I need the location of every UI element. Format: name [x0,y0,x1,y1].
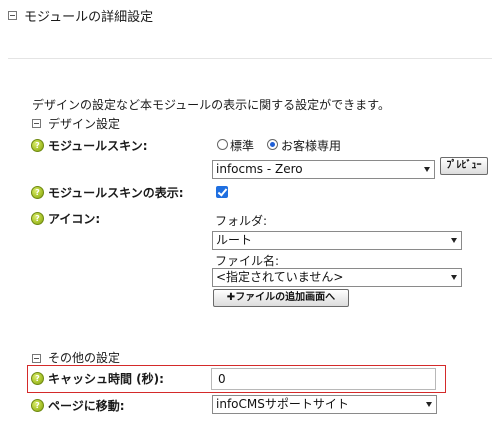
cache-input[interactable] [211,368,436,390]
chevron-down-icon [451,238,457,243]
page-move-select[interactable]: infoCMSサポートサイト [212,395,437,414]
chevron-down-icon [424,167,430,172]
design-section-title: デザイン設定 [48,117,121,131]
plus-icon: ✚ [226,292,236,303]
radio-custom-label: お客様専用 [281,139,342,153]
help-icon[interactable]: ? [31,212,44,225]
page-title: モジュールの詳細設定 [24,10,154,25]
add-file-button[interactable]: ✚ファイルの追加画面へ [213,289,349,307]
help-icon[interactable]: ? [31,139,44,152]
help-icon[interactable]: ? [31,372,44,385]
description-text: デザインの設定など本モジュールの表示に関する設定ができます。 [32,98,390,112]
skin-select-value: infocms - Zero [216,162,303,176]
add-file-button-label: ファイルの追加画面へ [235,292,336,303]
cache-label: キャッシュ時間 (秒): [48,372,164,386]
skin-select[interactable]: infocms - Zero [212,160,435,179]
chevron-down-icon [426,402,432,407]
skin-label: モジュールスキン: [48,139,148,153]
radio-standard[interactable] [217,139,228,150]
icon-label: アイコン: [48,212,101,226]
page-move-select-value: infoCMSサポートサイト [216,397,349,411]
chevron-down-icon [451,275,457,280]
design-section-toggle-icon[interactable] [32,119,41,128]
header-divider [8,58,492,59]
skin-display-checkbox[interactable] [216,186,228,198]
page-move-label: ページに移動: [48,399,125,413]
radio-standard-label: 標準 [230,139,255,153]
preview-button[interactable]: ﾌﾟﾚﾋﾞｭｰ [440,157,488,175]
folder-label: フォルダ: [215,214,268,228]
help-icon[interactable]: ? [31,186,44,199]
other-section-title: その他の設定 [48,351,121,365]
other-section-toggle-icon[interactable] [32,354,41,363]
collapse-icon[interactable] [8,11,17,20]
folder-select[interactable]: ルート [212,231,462,250]
radio-custom[interactable] [267,139,278,150]
file-select-value: <指定されていません> [216,270,344,284]
file-select[interactable]: <指定されていません> [212,268,462,287]
folder-select-value: ルート [216,233,253,247]
file-label: ファイル名: [215,254,280,268]
skin-display-label: モジュールスキンの表示: [48,186,184,200]
help-icon[interactable]: ? [31,399,44,412]
